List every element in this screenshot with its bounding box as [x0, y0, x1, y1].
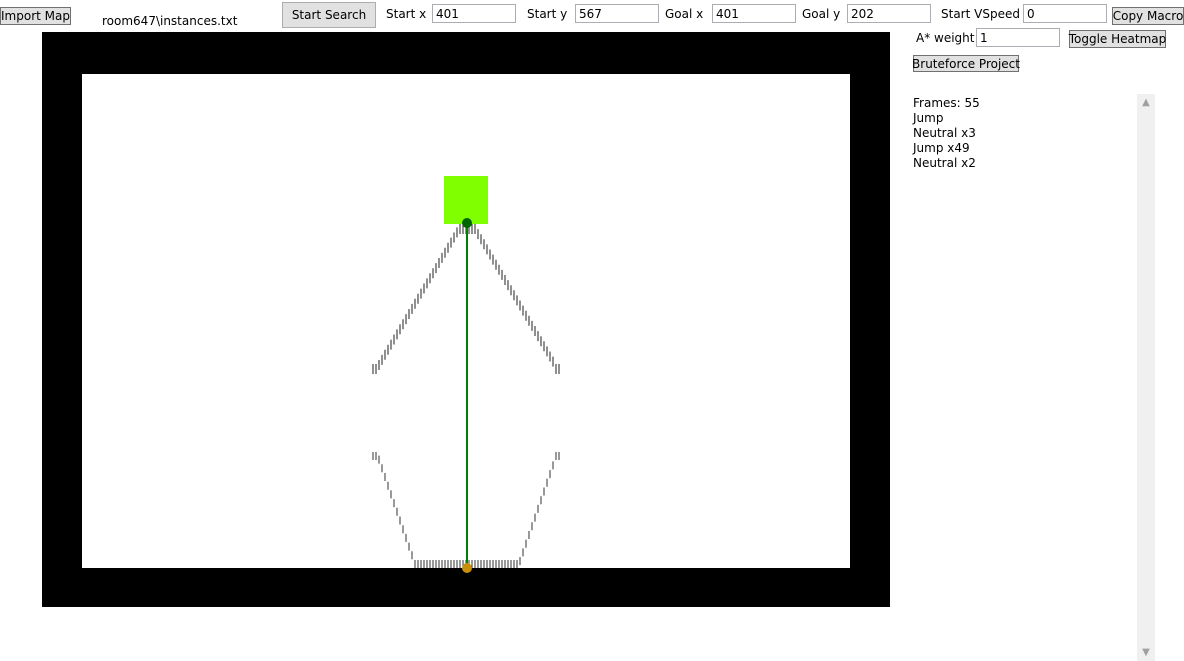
start-search-button[interactable]: Start Search: [282, 2, 376, 28]
start-marker: [462, 563, 472, 573]
toggle-heatmap-button[interactable]: Toggle Heatmap: [1069, 30, 1166, 48]
result-line-4: Neutral x2: [913, 156, 976, 170]
goal-x-label: Goal x: [665, 7, 704, 21]
start-x-field[interactable]: [432, 4, 516, 23]
start-y-label: Start y: [527, 7, 568, 21]
bruteforce-project-button[interactable]: Bruteforce Project: [912, 55, 1020, 72]
copy-macro-button[interactable]: Copy Macro: [1112, 7, 1184, 25]
result-line-3: Jump x49: [913, 141, 970, 155]
astar-weight-label: A* weight: [916, 31, 975, 45]
macro-result-list: Frames: 55 Jump Neutral x3 Jump x49 Neut…: [913, 96, 980, 171]
map-canvas[interactable]: [42, 32, 890, 607]
result-line-1: Jump: [913, 111, 944, 125]
astar-weight-field[interactable]: [976, 28, 1060, 47]
start-vspeed-label: Start VSpeed: [941, 7, 1020, 21]
result-scrollbar[interactable]: ▲ ▼: [1137, 94, 1155, 661]
goal-y-field[interactable]: [847, 4, 931, 23]
scroll-down-icon[interactable]: ▼: [1137, 644, 1155, 661]
map-file-path: room647\instances.txt: [102, 14, 238, 28]
start-vspeed-field[interactable]: [1023, 4, 1107, 23]
goal-y-label: Goal y: [802, 7, 841, 21]
import-map-button[interactable]: Import Map: [0, 7, 71, 25]
goal-marker: [462, 218, 472, 228]
goal-block: [444, 176, 488, 224]
start-x-label: Start x: [386, 7, 427, 21]
result-frames: Frames: 55: [913, 96, 980, 110]
scroll-up-icon[interactable]: ▲: [1137, 94, 1155, 111]
start-y-field[interactable]: [575, 4, 659, 23]
goal-x-field[interactable]: [712, 4, 796, 23]
result-line-2: Neutral x3: [913, 126, 976, 140]
